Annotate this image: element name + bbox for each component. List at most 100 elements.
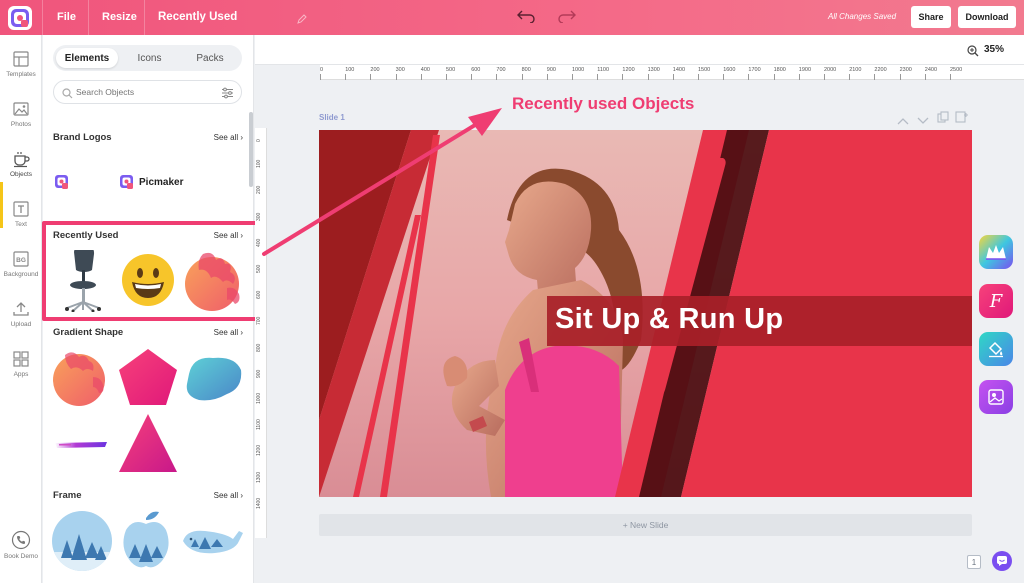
divider xyxy=(144,0,145,35)
panel-scrollbar[interactable] xyxy=(249,112,253,187)
font-app-button[interactable]: F xyxy=(979,284,1013,318)
ruler-tick xyxy=(798,74,800,80)
paint-app-button[interactable] xyxy=(979,332,1013,366)
page-number-badge[interactable]: 1 xyxy=(967,555,981,569)
tab-icons[interactable]: Icons xyxy=(121,48,178,68)
ruler-tick xyxy=(849,74,851,80)
frame-whale[interactable] xyxy=(181,525,245,557)
section-title: Frame xyxy=(53,490,82,501)
runner-top xyxy=(505,345,623,497)
tab-packs[interactable]: Packs xyxy=(181,48,239,68)
ruler-tick xyxy=(773,74,775,80)
ruler-tick xyxy=(370,74,372,80)
rail-label: Background xyxy=(3,271,39,278)
phone-icon xyxy=(11,530,31,550)
ruler-tick-label: 100 xyxy=(345,67,355,73)
ruler-tick xyxy=(395,74,397,80)
search-input[interactable] xyxy=(76,85,216,99)
rail-item-apps[interactable]: Apps xyxy=(0,350,42,396)
gradient-triangle-shape[interactable] xyxy=(118,413,178,473)
ruler-tick xyxy=(698,74,699,80)
ruler-tick-label: 700 xyxy=(496,67,506,73)
brand-logo-item[interactable]: Picmaker xyxy=(119,174,189,192)
ruler-tick-label: 1400 xyxy=(256,497,262,509)
rail-item-background[interactable]: BG Background xyxy=(0,250,42,296)
ruler-tick xyxy=(521,74,523,80)
undo-icon[interactable] xyxy=(517,9,535,28)
zoom-bar: 35% xyxy=(255,35,1024,65)
book-demo-button[interactable]: Book Demo xyxy=(0,530,42,576)
crown-icon xyxy=(986,245,1006,260)
ruler-tick-label: 2400 xyxy=(924,67,938,73)
ruler-tick-label: 1400 xyxy=(672,67,686,73)
zoom-level[interactable]: 35% xyxy=(984,44,1004,55)
gradient-wave-shape[interactable] xyxy=(183,352,243,404)
frame-apple[interactable] xyxy=(121,510,171,572)
ruler-tick xyxy=(924,74,926,80)
tab-elements[interactable]: Elements xyxy=(56,48,118,68)
ruler-tick-label: 1800 xyxy=(773,67,786,73)
photo-icon xyxy=(13,102,29,116)
gradient-pentagon-shape[interactable] xyxy=(118,348,178,406)
move-down-icon[interactable] xyxy=(917,112,929,130)
ruler-tick-label: 1100 xyxy=(256,419,262,431)
download-button[interactable]: Download xyxy=(958,6,1016,28)
rail-label: Templates xyxy=(6,71,36,78)
new-slide-button[interactable]: + New Slide xyxy=(319,514,972,536)
slide-canvas[interactable]: Sit Up & Run Up xyxy=(319,130,972,497)
duplicate-slide-icon[interactable] xyxy=(937,110,949,128)
recently-used-highlight xyxy=(42,221,261,321)
apps-icon xyxy=(13,351,29,367)
see-all-link[interactable]: See all › xyxy=(214,491,243,500)
ruler-tick-label: 100 xyxy=(256,159,262,169)
rail-item-upload[interactable]: Upload xyxy=(0,300,42,346)
ruler-tick xyxy=(446,74,447,80)
slide-label: Slide 1 xyxy=(319,113,345,122)
share-button[interactable]: Share xyxy=(911,6,951,28)
filter-icon[interactable] xyxy=(221,86,234,104)
resize-menu[interactable]: Resize xyxy=(102,11,137,23)
ruler-tick xyxy=(597,74,599,80)
rail-item-objects[interactable]: Objects xyxy=(0,150,42,196)
edit-pencil-icon[interactable] xyxy=(297,11,307,29)
ruler-tick-label: 1100 xyxy=(597,67,610,73)
gradient-stroke-shape[interactable] xyxy=(55,437,107,448)
ruler-tick-label: 600 xyxy=(256,290,262,300)
image-app-button[interactable] xyxy=(979,380,1013,414)
ruler-tick xyxy=(420,74,422,80)
ruler-tick xyxy=(824,74,825,80)
ruler-tick-label: 500 xyxy=(446,67,456,73)
brand-app-button[interactable] xyxy=(979,235,1013,269)
picmaker-logo[interactable] xyxy=(8,6,32,30)
rail-item-text[interactable]: Text xyxy=(0,200,42,246)
add-slide-icon[interactable] xyxy=(955,110,969,128)
rail-label: Book Demo xyxy=(4,553,38,560)
zoom-icon[interactable] xyxy=(967,44,979,62)
image-edit-icon xyxy=(988,389,1004,405)
chat-button[interactable] xyxy=(992,551,1012,571)
ruler-tick-label: 2000 xyxy=(824,67,837,73)
rail-item-photos[interactable]: Photos xyxy=(0,100,42,146)
document-title[interactable]: Recently Used xyxy=(158,11,237,23)
move-up-icon[interactable] xyxy=(897,112,909,130)
slide-headline[interactable]: Sit Up & Run Up xyxy=(555,303,783,336)
font-f-icon: F xyxy=(989,290,1003,312)
see-all-link[interactable]: See all › xyxy=(214,328,243,337)
rail-item-templates[interactable]: Templates xyxy=(0,50,42,96)
ruler-tick-label: 600 xyxy=(471,67,481,73)
ruler-tick-label: 400 xyxy=(256,238,262,247)
divider xyxy=(42,0,43,35)
see-all-link[interactable]: See all › xyxy=(214,133,243,142)
file-menu[interactable]: File xyxy=(57,11,76,23)
ruler-tick xyxy=(622,74,624,80)
ruler-tick xyxy=(723,74,725,80)
upload-icon xyxy=(13,302,29,316)
ruler-tick-label: 2100 xyxy=(849,67,862,73)
ruler-tick xyxy=(572,74,573,80)
ruler-tick xyxy=(471,74,473,80)
gradient-blob-shape[interactable] xyxy=(51,347,109,407)
redo-icon[interactable] xyxy=(558,9,576,28)
brand-logo-item[interactable] xyxy=(54,174,70,190)
ruler-tick-label: 900 xyxy=(256,369,262,378)
frame-circle-forest[interactable] xyxy=(51,510,113,572)
